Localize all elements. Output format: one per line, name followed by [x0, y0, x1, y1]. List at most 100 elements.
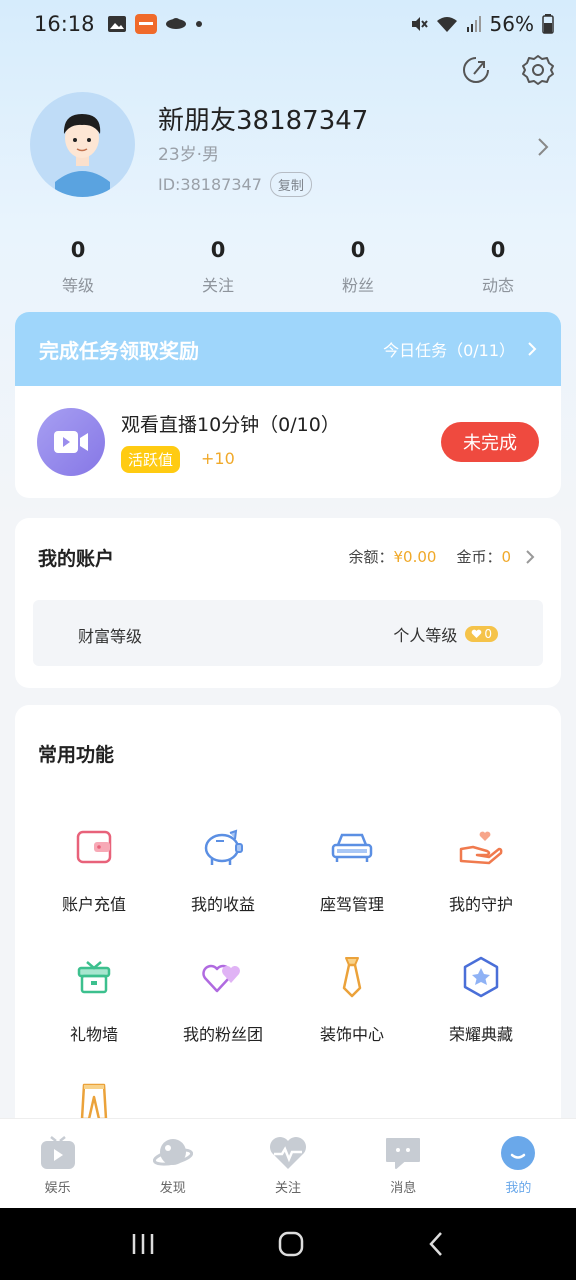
tab-discover[interactable]: 发现	[115, 1119, 230, 1208]
function-recharge[interactable]: 账户充值	[34, 825, 154, 915]
wealth-level[interactable]: 财富等级	[78, 623, 142, 647]
function-label: 礼物墙	[69, 1025, 118, 1044]
level-badge: 0	[465, 626, 498, 642]
task-card: 完成任务领取奖励 今日任务（0/11） 观看直播10分钟（0/10） 活跃值 +…	[15, 312, 561, 498]
account-title: 我的账户	[38, 548, 115, 570]
stat-value: 0	[70, 238, 86, 262]
stat-posts[interactable]: 0 动态	[428, 238, 568, 296]
functions-card: 常用功能 账户充值 我的收益 座驾管理 我的守护 礼物墙 我的粉丝团 装饰中心 …	[15, 705, 561, 1135]
avatar[interactable]	[30, 92, 135, 197]
profile-id-row: ID:38187347 复制	[158, 172, 312, 197]
system-nav-bar	[0, 1208, 576, 1280]
battery-icon	[542, 14, 554, 34]
share-button[interactable]	[458, 52, 494, 88]
stat-level[interactable]: 0 等级	[8, 238, 148, 296]
home-icon	[278, 1231, 304, 1257]
tab-entertainment[interactable]: 娱乐	[0, 1119, 115, 1208]
stat-value: 0	[350, 238, 366, 262]
planet-icon	[152, 1133, 193, 1173]
piggy-bank-icon	[201, 825, 245, 869]
task-name: 观看直播10分钟（0/10）	[121, 414, 340, 436]
tab-me[interactable]: 我的	[461, 1119, 576, 1208]
stat-label: 粉丝	[341, 276, 374, 295]
task-header[interactable]: 完成任务领取奖励 今日任务（0/11）	[15, 312, 561, 386]
tab-label: 我的	[505, 1181, 532, 1196]
hearts-icon	[201, 955, 245, 999]
mute-icon	[410, 15, 428, 33]
copy-button[interactable]: 复制	[269, 172, 312, 197]
function-guard[interactable]: 我的守护	[421, 825, 541, 915]
function-vehicle[interactable]: 座驾管理	[292, 825, 412, 915]
tab-label: 发现	[159, 1181, 186, 1196]
tab-messages[interactable]: 消息	[346, 1119, 461, 1208]
settings-button[interactable]	[520, 52, 556, 88]
wallet-icon	[72, 825, 116, 869]
level-panel: 财富等级 个人等级 0	[33, 600, 543, 666]
functions-title: 常用功能	[38, 744, 115, 766]
stat-value: 0	[490, 238, 506, 262]
function-label: 装饰中心	[319, 1025, 384, 1044]
stats-row: 0 等级 0 关注 0 粉丝 0 动态	[8, 238, 568, 296]
chevron-right-icon	[525, 549, 535, 565]
stat-following[interactable]: 0 关注	[148, 238, 288, 296]
gallery-icon	[107, 15, 127, 33]
function-label: 座驾管理	[319, 895, 384, 914]
heart-pulse-icon	[268, 1133, 308, 1173]
video-icon	[37, 408, 105, 476]
battery-text: 56%	[489, 12, 534, 36]
function-label: 荣耀典藏	[448, 1025, 513, 1044]
profile-name: 新朋友38187347	[158, 106, 369, 136]
function-label: 账户充值	[61, 895, 126, 914]
stat-label: 关注	[201, 276, 234, 295]
stat-label: 动态	[481, 276, 514, 295]
profile-header[interactable]: 新朋友38187347 23岁·男 ID:38187347 复制	[30, 92, 550, 202]
status-time: 16:18	[34, 12, 95, 36]
today-tasks-link[interactable]: 今日任务（0/11）	[383, 337, 537, 361]
hand-heart-icon	[459, 825, 503, 869]
balance-label: 余额：	[348, 548, 394, 566]
function-earnings[interactable]: 我的收益	[163, 825, 283, 915]
account-card: 我的账户 余额： ¥0.00 金币： 0 财富等级 个人等级 0	[15, 518, 561, 688]
stat-label: 等级	[61, 276, 94, 295]
coin-label: 金币：	[456, 548, 502, 566]
chevron-right-icon[interactable]	[536, 136, 550, 158]
recent-apps-icon	[133, 1234, 154, 1254]
task-item: 观看直播10分钟（0/10） 活跃值 +10 未完成	[15, 386, 561, 498]
level-badge-value: 0	[484, 627, 492, 641]
chevron-right-icon	[527, 341, 537, 357]
car-icon	[330, 825, 374, 869]
coin-value: 0	[501, 547, 511, 566]
profile-id: ID:38187347	[158, 175, 262, 194]
incomplete-button[interactable]: 未完成	[441, 422, 539, 462]
function-fan-club[interactable]: 我的粉丝团	[163, 955, 283, 1045]
tv-icon	[38, 1133, 78, 1173]
app-notification-icon	[134, 14, 157, 34]
share-icon	[458, 52, 494, 88]
status-bar: 16:18 56%	[0, 0, 576, 48]
chat-bubble-icon	[383, 1133, 423, 1173]
home-button[interactable]	[277, 1230, 305, 1258]
tab-follow[interactable]: 关注	[230, 1119, 345, 1208]
function-label: 我的守护	[448, 895, 513, 914]
wifi-icon	[436, 15, 458, 33]
function-gift-wall[interactable]: 礼物墙	[34, 955, 154, 1045]
planet-icon	[165, 15, 187, 33]
gift-icon	[72, 955, 116, 999]
recent-apps-button[interactable]	[130, 1232, 156, 1256]
back-button[interactable]	[426, 1230, 446, 1258]
smile-face-icon	[498, 1133, 538, 1173]
personal-level[interactable]: 个人等级 0	[393, 622, 498, 646]
today-tasks-label: 今日任务（0/11）	[383, 341, 515, 360]
signal-icon	[466, 15, 482, 33]
function-honor[interactable]: 荣耀典藏	[421, 955, 541, 1045]
task-header-title: 完成任务领取奖励	[39, 338, 199, 363]
account-balance-row[interactable]: 余额： ¥0.00 金币： 0	[348, 546, 535, 567]
tie-icon	[330, 955, 374, 999]
stat-fans[interactable]: 0 粉丝	[288, 238, 428, 296]
back-icon	[428, 1232, 442, 1256]
heart-icon	[472, 629, 482, 638]
tab-label: 娱乐	[44, 1181, 71, 1196]
function-decoration[interactable]: 装饰中心	[292, 955, 412, 1045]
tab-label: 关注	[275, 1181, 302, 1196]
function-label: 我的收益	[190, 895, 255, 914]
